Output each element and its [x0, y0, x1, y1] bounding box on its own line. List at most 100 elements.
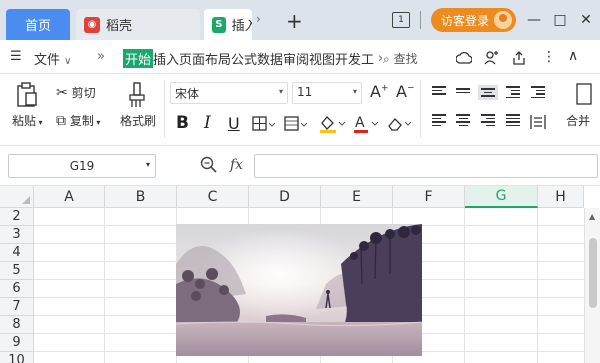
collapse-ribbon-icon[interactable]: ∧ — [568, 48, 578, 64]
justify-icon[interactable] — [506, 114, 520, 126]
tab-spreadsheet[interactable]: S 插入 — [204, 9, 252, 40]
formula-tools: fx — [200, 156, 243, 174]
column-header-f[interactable]: F — [393, 186, 465, 208]
tab-home[interactable]: 首页 — [6, 9, 70, 40]
font-size-select[interactable]: 11 ▾ — [292, 82, 362, 104]
scrollbar-thumb[interactable] — [589, 238, 597, 308]
row-header-6[interactable]: 6 — [0, 280, 34, 298]
paste-button[interactable]: 粘贴 ▾ — [12, 112, 43, 129]
row-header-2[interactable]: 2 — [0, 208, 34, 226]
chevron-down-icon: ▾ — [352, 87, 357, 96]
insert-function-button[interactable]: fx — [230, 157, 243, 173]
docer-icon: ◉ — [84, 16, 100, 33]
tab-spreadsheet-label: 插入 — [231, 19, 252, 34]
decrease-font-icon[interactable]: A− — [396, 82, 415, 101]
guest-login-button[interactable]: 访客登录 — [430, 8, 516, 32]
merge-cells-icon[interactable] — [576, 82, 592, 106]
font-family-select[interactable]: 宋体 ▾ — [170, 82, 288, 104]
align-middle-icon[interactable] — [456, 88, 470, 93]
paste-icon[interactable] — [16, 82, 38, 108]
zoom-search-icon[interactable] — [200, 156, 218, 174]
cut-label: 剪切 — [71, 86, 96, 100]
vertical-scrollbar[interactable]: ▲ — [584, 208, 600, 363]
increase-font-icon[interactable]: A+ — [370, 82, 389, 101]
tab-scroll-right-icon[interactable]: › — [256, 12, 261, 26]
spreadsheet-icon: S — [212, 16, 226, 33]
cut-button[interactable]: ✂ 剪切 — [56, 84, 96, 101]
search-button[interactable]: ⌕ 查找 — [383, 50, 418, 67]
select-all-corner[interactable] — [0, 186, 34, 208]
chevron-down-icon: ▾ — [278, 87, 283, 96]
file-menu-label: 文件 — [34, 53, 61, 68]
gridline — [464, 208, 465, 363]
hamburger-menu-icon[interactable]: ☰ — [10, 49, 22, 64]
name-box[interactable]: G19 ▾ — [8, 154, 156, 178]
merge-cells-label[interactable]: 合并 — [566, 112, 590, 129]
italic-button[interactable]: I — [204, 112, 211, 134]
ribbon-tabs: 开始 插入页面布局公式数据审阅视图开发工 › — [123, 48, 383, 68]
fill-color-icon[interactable] — [318, 114, 346, 134]
format-painter-icon[interactable] — [128, 82, 146, 108]
font-color-icon[interactable]: A — [352, 114, 380, 134]
chevron-down-icon: ▾ — [145, 160, 150, 169]
align-right-icon[interactable] — [481, 114, 495, 126]
row-header-5[interactable]: 5 — [0, 262, 34, 280]
menu-bar: ☰ 文件 ∨ » 开始 插入页面布局公式数据审阅视图开发工 › ⌕ 查找 ⋮ ∧ — [0, 40, 600, 74]
border-icon[interactable] — [252, 116, 276, 132]
clear-format-icon[interactable] — [386, 114, 414, 134]
copy-icon: ⧉ — [56, 113, 66, 129]
scissors-icon: ✂ — [56, 85, 68, 101]
row-header-7[interactable]: 7 — [0, 298, 34, 316]
decrease-indent-icon[interactable] — [506, 86, 520, 98]
column-header-a[interactable]: A — [34, 186, 105, 208]
share-icon[interactable] — [512, 50, 526, 66]
close-button[interactable]: ✕ — [578, 12, 594, 28]
fill-pattern-icon[interactable] — [284, 116, 308, 132]
row-header-10[interactable]: 10 — [0, 352, 34, 363]
more-options-icon[interactable]: ⋮ — [542, 49, 556, 65]
format-painter-label[interactable]: 格式刷 — [120, 112, 156, 129]
ribbon-tab-list[interactable]: 插入页面布局公式数据审阅视图开发工 — [153, 49, 374, 68]
column-header-d[interactable]: D — [249, 186, 321, 208]
tab-docer[interactable]: ◉ 稻壳 — [76, 9, 200, 40]
increase-indent-icon[interactable] — [531, 86, 545, 98]
file-menu[interactable]: 文件 ∨ — [34, 49, 71, 68]
share-user-icon[interactable] — [484, 50, 498, 66]
row-header-3[interactable]: 3 — [0, 226, 34, 244]
row-header-4[interactable]: 4 — [0, 244, 34, 262]
underline-button[interactable]: U — [228, 112, 240, 134]
column-header-h[interactable]: H — [538, 186, 584, 208]
guest-login-label: 访客登录 — [440, 13, 489, 28]
add-tab-button[interactable]: + — [286, 9, 303, 33]
cloud-sync-icon[interactable] — [456, 51, 472, 65]
font-family-value: 宋体 — [175, 87, 200, 101]
column-header-c[interactable]: C — [177, 186, 249, 208]
bold-button[interactable]: B — [176, 112, 189, 134]
minimize-button[interactable]: — — [526, 12, 542, 28]
column-header-e[interactable]: E — [321, 186, 393, 208]
copy-button[interactable]: ⧉ 复制 ▾ — [56, 112, 100, 129]
align-bottom-icon[interactable] — [478, 85, 498, 100]
tab-start[interactable]: 开始 — [123, 48, 154, 68]
distributed-align-icon[interactable] — [530, 114, 546, 130]
window-count-icon[interactable]: 1 — [391, 12, 410, 28]
formula-input[interactable] — [254, 154, 598, 178]
align-left-icon[interactable] — [432, 114, 446, 126]
copy-label: 复制 — [69, 114, 94, 128]
align-top-icon[interactable] — [432, 86, 446, 95]
embedded-picture[interactable] — [176, 224, 422, 356]
align-center-icon[interactable] — [456, 114, 470, 126]
chevron-down-icon: ∨ — [64, 56, 72, 67]
ribbon-toolbar: 粘贴 ▾ ✂ 剪切 ⧉ 复制 ▾ 格式刷 宋体 ▾ 11 ▾ A+ A− B I U… — [0, 74, 600, 146]
scroll-up-icon[interactable]: ▲ — [589, 212, 595, 221]
column-header-b[interactable]: B — [105, 186, 177, 208]
window-controls: 1 访客登录 — □ ✕ — [391, 8, 594, 32]
tab-home-label: 首页 — [24, 19, 51, 34]
column-header-g[interactable]: G — [465, 186, 538, 208]
more-menu-icon[interactable]: » — [97, 49, 105, 64]
font-size-value: 11 — [297, 85, 313, 99]
row-header-8[interactable]: 8 — [0, 316, 34, 334]
row-header-9[interactable]: 9 — [0, 334, 34, 352]
restore-button[interactable]: □ — [552, 12, 568, 28]
spreadsheet-grid[interactable]: A B C D E F G H 2 3 4 5 6 7 8 9 10 ▲ — [0, 186, 600, 363]
